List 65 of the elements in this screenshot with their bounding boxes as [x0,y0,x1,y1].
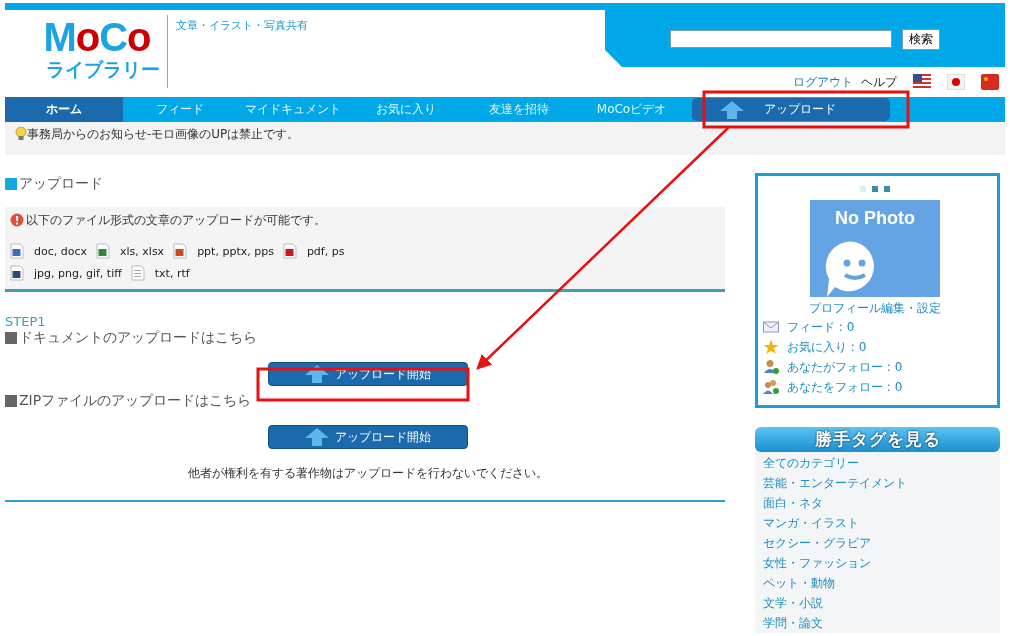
format-label: doc, docx [34,244,88,258]
upload-arrow-icon [305,365,329,383]
nav-tab[interactable]: ホーム [5,97,123,122]
text-file-icon [130,265,145,281]
disclaimer-text: 他者が権利を有する著作物はアップロードを行わないでください。 [187,465,549,482]
profile-edit-link[interactable]: プロフィール編集・設定 [809,300,941,317]
format-label: xls, xlsx [120,244,165,258]
stat-link[interactable]: あなたをフォロー : 0 [787,378,903,396]
lightbulb-icon [15,127,27,141]
no-photo-label: No Photo [834,208,916,229]
tag-link[interactable]: 面白・ネタ [763,493,1000,513]
japan-flag-icon[interactable] [947,74,965,90]
site-logo[interactable]: MoCo ライブラリー [27,18,167,82]
format-label: jpg, png, gif, tiff [34,266,122,280]
nav-tab[interactable]: MoCoビデオ [575,97,688,122]
tagline: 文章・イラスト・写真共有 [176,18,308,33]
china-flag-icon[interactable] [981,74,999,90]
square-bullet-icon [5,395,17,407]
stat-link[interactable]: あなたがフォロー : 0 [787,358,903,376]
step-label: STEP1 [5,314,47,329]
header-link[interactable]: ヘルプ [861,73,897,91]
tag-link[interactable]: ペット・動物 [763,573,1000,593]
tag-link[interactable]: 全てのカテゴリー [763,453,1000,473]
stat-link[interactable]: お気に入り : 0 [787,338,867,356]
image-file-icon [10,265,24,281]
user-add-icon [763,359,779,375]
us-flag-icon[interactable] [913,74,931,90]
upload-arrow-icon [720,100,744,119]
warning-icon [10,213,24,227]
search-button[interactable]: 検索 [902,28,940,50]
format-label: txt, rtf [154,266,190,280]
format-label: ppt, pptx, pps [197,244,274,258]
tag-link[interactable]: マンガ・イラスト [763,513,1000,533]
nav-tab[interactable]: 友達を招待 [462,97,575,122]
pdf-file-icon [282,243,297,259]
notice-text: 事務局からのお知らせ-モロ画像のUPは禁止です。 [27,126,300,143]
stat-link[interactable]: フィード : 0 [787,318,855,336]
star-icon [763,339,779,355]
nav-tab[interactable]: お気に入り [349,97,462,122]
users-add-icon [763,379,779,395]
tags-header: 勝手タグを見る [755,427,1000,452]
word-file-icon [10,243,24,259]
square-bullet-icon [5,178,17,190]
tag-link[interactable]: 芸能・エンターテイメント [763,473,1000,493]
nav-tab[interactable]: フィード [123,97,236,122]
excel-file-icon [96,243,111,259]
carousel-dots-icon [860,186,890,192]
upload-heading: ドキュメントのアップロードはこちら [19,329,257,347]
upload-tab[interactable]: アップロード [692,98,890,121]
tag-link[interactable]: 学問・論文 [763,613,1000,633]
upload-heading: ZIPファイルのアップロードはこちら [19,392,252,410]
formats-note: 以下のファイル形式の文章のアップロードが可能です。 [26,211,326,229]
section-title: アップロード [19,175,103,193]
search-field[interactable] [670,29,892,48]
upload-arrow-icon [305,428,329,446]
upload-start-button[interactable]: アップロード開始 [268,425,468,449]
tag-link[interactable]: 文学・小説 [763,593,1000,613]
header-link[interactable]: ログアウト [793,73,853,91]
tag-link[interactable]: セクシー・グラビア [763,533,1000,553]
nav-tab[interactable]: マイドキュメント [236,97,349,122]
square-bullet-icon [5,332,17,344]
format-label: pdf, ps [306,244,345,258]
powerpoint-file-icon [173,243,188,259]
tag-link[interactable]: 女性・ファッション [763,553,1000,573]
envelope-icon [763,319,779,335]
